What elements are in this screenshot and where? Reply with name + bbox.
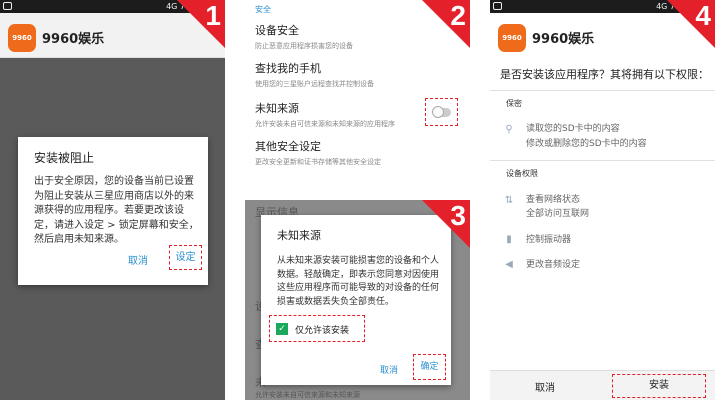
setting-other-security[interactable]: 其他安全设定 更改安全更新和证书存储等其他安全设定: [255, 138, 435, 167]
app-icon: 9960: [8, 24, 36, 52]
permission-read-sd: 读取您的SD卡中的内容: [526, 124, 620, 134]
privacy-heading: 保密: [506, 99, 522, 108]
unknown-sources-toggle[interactable]: [432, 106, 451, 118]
panel-security-settings: 安全 设备安全 防止恶意应用程序损害您的设备 查找我的手机 使用您的三星账户远程…: [245, 0, 470, 400]
cancel-button[interactable]: 取消: [380, 363, 398, 376]
volume-icon: ◀: [505, 259, 513, 270]
setting-device-security[interactable]: 设备安全 防止恶意应用程序损害您的设备: [255, 22, 435, 51]
step-number: 4: [695, 0, 711, 31]
setting-title: 其他安全设定: [255, 140, 321, 153]
unknown-sources-toggle-highlight: [425, 98, 458, 126]
install-button[interactable]: 安装: [612, 374, 706, 398]
step-number: 2: [450, 0, 466, 31]
check-icon[interactable]: ✓: [276, 323, 288, 335]
dialog-message: 出于安全原因，您的设备当前已设置为阻止安装从三星应用商店以外的来源获得的应用程序…: [34, 176, 199, 245]
message-icon: [493, 2, 502, 10]
ok-button[interactable]: 确定: [413, 354, 446, 380]
checkbox-label: 仅允许该安装: [295, 326, 350, 336]
device-permissions-heading: 设备权限: [506, 169, 538, 178]
setting-subtitle: 更改安全更新和证书存储等其他安全设定: [255, 158, 381, 166]
setting-subtitle: 允许安装未自可信来源和未知来源的应用程序: [255, 120, 395, 128]
panel-install-blocked: 4G 7 9960 9960娱乐 安装被阻止 出于安全原因，您的设备当前已设置为…: [0, 0, 225, 400]
setting-title: 未知来源: [255, 102, 299, 115]
step-number: 1: [205, 0, 221, 31]
setting-unknown-sources[interactable]: 未知来源 允许安装未自可信来源和未知来源的应用程序: [255, 100, 435, 129]
app-title: 9960娱乐: [42, 32, 105, 47]
divider: [490, 160, 715, 161]
toggle-knob: [432, 106, 444, 118]
divider: [490, 90, 715, 91]
cancel-button[interactable]: 取消: [535, 379, 555, 394]
setting-subtitle: 使用您的三星账户远程查找并控制设备: [255, 80, 374, 88]
vibrate-icon: ▮: [506, 234, 512, 245]
separator: [470, 0, 490, 400]
bg-item-sub: 允许安装未自可信来源和未知来源: [255, 391, 360, 399]
permission-network-state: 查看网络状态: [526, 195, 581, 205]
panel-install-permissions: 4G 7 9960 9960娱乐 是否安装该应用程序？其将拥有以下权限： 保密 …: [490, 0, 715, 400]
separator: [225, 0, 245, 400]
permission-vibrate: 控制振动器: [526, 235, 572, 245]
usb-icon: ⚲: [505, 124, 513, 135]
dialog-message: 从未知来源安装可能损害您的设备和个人数据。轻敲确定，即表示您同意对因使用这些应用…: [277, 256, 440, 307]
allow-once-checkbox-highlight[interactable]: ✓ 仅允许该安装: [269, 315, 365, 342]
app-icon: 9960: [498, 24, 526, 52]
network-arrows-icon: ⇅: [504, 195, 514, 206]
settings-button[interactable]: 设定: [169, 245, 202, 270]
install-blocked-dialog: 安装被阻止 出于安全原因，您的设备当前已设置为阻止安装从三星应用商店以外的来源获…: [18, 137, 208, 285]
dialog-title: 未知来源: [277, 229, 321, 242]
install-question: 是否安装该应用程序？其将拥有以下权限：: [500, 68, 709, 81]
permission-audio: 更改音频设定: [526, 260, 581, 270]
cancel-button[interactable]: 取消: [128, 252, 148, 267]
step-number: 3: [450, 200, 466, 231]
setting-title: 设备安全: [255, 24, 299, 37]
setting-title: 查找我的手机: [255, 62, 321, 75]
section-label: 安全: [255, 5, 271, 14]
app-title: 9960娱乐: [532, 32, 595, 47]
permission-internet: 全部访问互联网: [526, 209, 590, 219]
dialog-title: 安装被阻止: [34, 151, 95, 165]
permission-modify-sd: 修改或删除您的SD卡中的内容: [526, 139, 647, 149]
setting-find-my-phone[interactable]: 查找我的手机 使用您的三星账户远程查找并控制设备: [255, 60, 435, 89]
panel-gap: [245, 188, 470, 200]
setting-subtitle: 防止恶意应用程序损害您的设备: [255, 42, 353, 50]
message-icon: [3, 2, 12, 10]
